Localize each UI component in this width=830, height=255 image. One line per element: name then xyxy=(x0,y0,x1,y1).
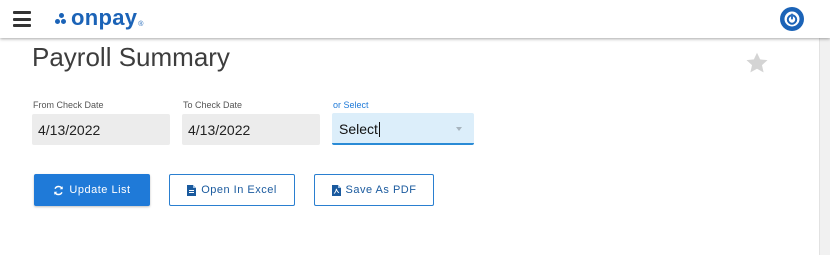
file-icon xyxy=(187,184,197,196)
chevron-down-icon xyxy=(456,127,462,131)
update-list-button[interactable]: Update List xyxy=(34,174,150,206)
onpay-logo[interactable]: onpay ® xyxy=(55,5,144,30)
select-value: Select xyxy=(339,121,380,137)
date-range-select[interactable]: Select xyxy=(332,113,474,145)
to-date-label: To Check Date xyxy=(183,100,243,110)
pdf-file-icon xyxy=(331,184,341,196)
logo-text: onpay xyxy=(71,5,138,30)
save-as-pdf-button[interactable]: Save As PDF xyxy=(314,174,434,206)
star-icon[interactable] xyxy=(744,50,770,76)
from-date-label: From Check Date xyxy=(33,100,104,110)
logo-dots-icon xyxy=(55,13,69,27)
power-icon[interactable] xyxy=(779,6,805,32)
open-in-excel-label: Open In Excel xyxy=(201,184,277,196)
update-list-label: Update List xyxy=(69,184,131,196)
open-in-excel-button[interactable]: Open In Excel xyxy=(169,174,295,206)
page-title: Payroll Summary xyxy=(32,42,230,72)
scrollbar[interactable] xyxy=(819,38,830,255)
logo-trademark: ® xyxy=(138,20,144,28)
or-select-label: or Select xyxy=(333,100,369,110)
hamburger-icon[interactable] xyxy=(13,11,31,27)
refresh-icon xyxy=(53,185,64,196)
save-as-pdf-label: Save As PDF xyxy=(345,184,417,196)
to-date-field[interactable] xyxy=(182,114,320,145)
from-date-field[interactable] xyxy=(32,114,170,145)
top-bar: onpay ® xyxy=(0,0,830,38)
